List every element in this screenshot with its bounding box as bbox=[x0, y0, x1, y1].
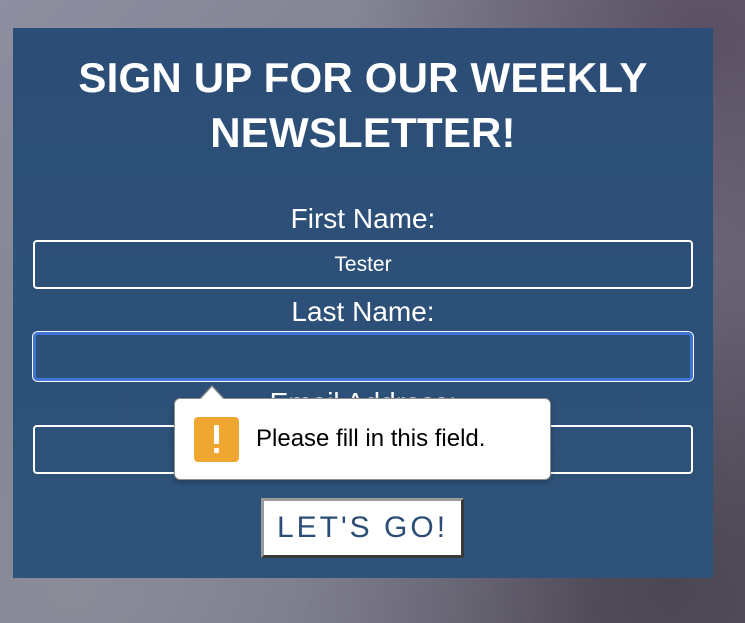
first-name-field[interactable] bbox=[33, 240, 693, 289]
tooltip-arrow-fill bbox=[200, 387, 224, 400]
warning-icon bbox=[194, 417, 239, 462]
validation-message: Please fill in this field. bbox=[256, 425, 486, 452]
last-name-label: Last Name: bbox=[291, 296, 435, 327]
last-name-field[interactable] bbox=[33, 332, 693, 381]
title-line-2: NEWSLETTER! bbox=[210, 109, 516, 156]
submit-button[interactable]: LET'S GO! bbox=[261, 498, 464, 558]
newsletter-panel: SIGN UP FOR OUR WEEKLY NEWSLETTER! First… bbox=[13, 28, 713, 578]
title-line-1: SIGN UP FOR OUR WEEKLY bbox=[78, 54, 648, 101]
page-title: SIGN UP FOR OUR WEEKLY NEWSLETTER! bbox=[13, 50, 713, 160]
validation-tooltip: Please fill in this field. bbox=[174, 385, 551, 480]
first-name-label: First Name: bbox=[290, 203, 436, 234]
